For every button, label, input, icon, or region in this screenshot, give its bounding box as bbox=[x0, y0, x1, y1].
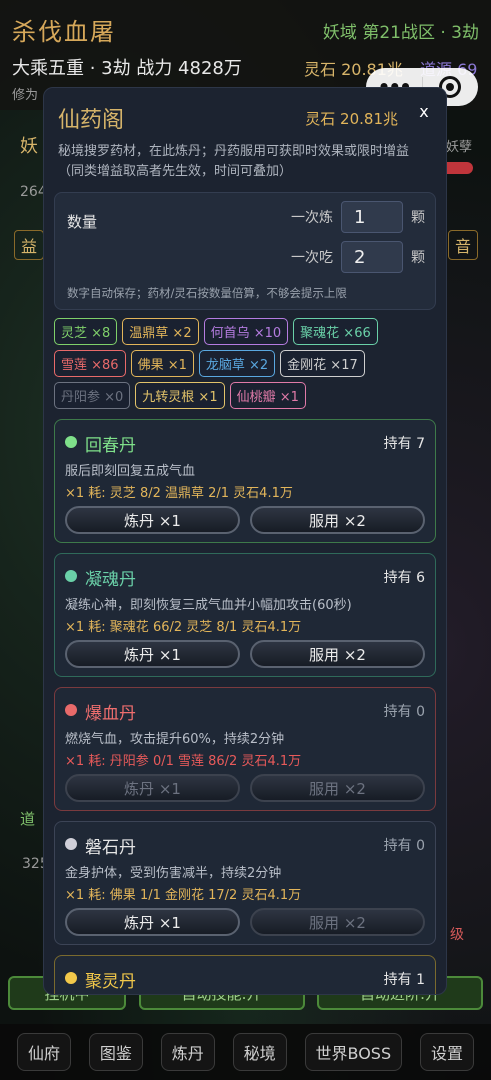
pill-description: 燃烧气血，攻击提升60%，持续2分钟 bbox=[65, 732, 285, 747]
herb-chip: 九转灵根 ×1 bbox=[135, 382, 225, 409]
nav-alchemy[interactable]: 炼丹 bbox=[160, 1033, 215, 1071]
bg-enemy-tag: 妖孽 bbox=[446, 140, 473, 155]
cultivation-label: 修为 bbox=[12, 88, 39, 103]
herb-chip: 丹阳参 ×0 bbox=[54, 382, 131, 409]
nav-settings[interactable]: 设置 bbox=[419, 1033, 474, 1071]
bg-level-label: 级 bbox=[450, 927, 464, 943]
pill-card: 磐石丹 持有 0 金身护体，受到伤害减半，持续2分钟 ×1 耗: 佛果 1/1 金刚花… bbox=[54, 821, 436, 945]
pill-name: 聚灵丹 bbox=[85, 972, 136, 992]
refine-quantity-row: 一次炼 颗 bbox=[291, 201, 425, 233]
pill-dot-icon bbox=[65, 972, 77, 984]
modal-description: 秘境搜罗药材，在此炼丹；丹药服用可获即时效果或限时增益（同类增益取高者先生效，时… bbox=[58, 144, 410, 179]
pill-description: 金身护体，受到伤害减半，持续2分钟 bbox=[65, 866, 282, 881]
refine-button[interactable]: 炼丹 ×1 bbox=[65, 908, 240, 936]
pill-hold-count: 持有 7 bbox=[383, 436, 425, 452]
bg-sound-chip: 音 bbox=[448, 230, 479, 260]
pill-hold-count: 持有 6 bbox=[383, 570, 425, 586]
pill-description: 凝练心神，即刻恢复三成气血并小幅加攻击(60秒) bbox=[65, 598, 352, 613]
refine-quantity-input[interactable] bbox=[341, 201, 403, 233]
pill-name: 爆血丹 bbox=[85, 704, 136, 724]
eat-quantity-input[interactable] bbox=[341, 241, 403, 273]
realm-label: 大乘五重 · 3劫 战力 4828万 bbox=[12, 58, 242, 79]
pill-dot-icon bbox=[65, 704, 77, 716]
quantity-panel: 数量 一次炼 颗 一次吃 颗 数字自动保存；药材/灵石按数量倍算，不够会提示上限 bbox=[54, 192, 436, 310]
pill-dot-icon bbox=[65, 570, 77, 582]
pill-cost: ×1 耗: 聚魂花 66/2 灵芝 8/1 灵石4.1万 bbox=[65, 620, 302, 635]
bottom-nav: 仙府 图鉴 炼丹 秘境 世界BOSS 设置 bbox=[0, 1024, 491, 1080]
herb-chip: 何首乌 ×10 bbox=[203, 318, 289, 345]
pill-card: 回春丹 持有 7 服后即刻回复五成气血 ×1 耗: 灵芝 8/2 温鼎草 2/1 灵石… bbox=[54, 419, 436, 543]
pill-name: 回春丹 bbox=[85, 436, 136, 456]
herb-chip: 佛果 ×1 bbox=[130, 350, 194, 377]
pill-name: 凝魂丹 bbox=[85, 570, 136, 590]
herb-chip: 金刚花 ×17 bbox=[280, 350, 365, 377]
pill-card: 聚灵丹持有 1引灵入窍，灵石收益提升50%，持续5分钟 bbox=[54, 955, 436, 994]
pill-cost: ×1 耗: 灵芝 8/2 温鼎草 2/1 灵石4.1万 bbox=[65, 486, 293, 501]
pill-card: 凝魂丹 持有 6 凝练心神，即刻恢复三成气血并小幅加攻击(60秒) ×1 耗: 聚魂花… bbox=[54, 553, 436, 677]
bg-dao-label: 道 bbox=[20, 810, 36, 828]
eat-unit: 颗 bbox=[411, 250, 425, 266]
alchemy-modal: 仙药阁 灵石 20.81兆 x 秘境搜罗药材，在此炼丹；丹药服用可获即时效果或限… bbox=[43, 87, 447, 995]
eat-quantity-row: 一次吃 颗 bbox=[291, 241, 425, 273]
refine-button[interactable]: 炼丹 ×1 bbox=[65, 506, 240, 534]
pill-description: 服后即刻回复五成气血 bbox=[65, 464, 196, 479]
region-label: 妖域 第21战区 · 3劫 bbox=[322, 23, 479, 43]
refine-quantity-label: 一次炼 bbox=[291, 210, 333, 226]
pill-cost: ×1 耗: 丹阳参 0/1 雪莲 86/2 灵石4.1万 bbox=[65, 754, 302, 769]
herb-inventory: 灵芝 ×8 温鼎草 ×2 何首乌 ×10 聚魂花 ×66 雪莲 ×86 佛果 ×1 龙脑草 … bbox=[54, 318, 436, 409]
herb-chip: 聚魂花 ×66 bbox=[293, 318, 378, 345]
refine-button[interactable]: 炼丹 ×1 bbox=[65, 774, 240, 802]
pill-list: 回春丹 持有 7 服后即刻回复五成气血 ×1 耗: 灵芝 8/2 温鼎草 2/1 灵石… bbox=[44, 419, 446, 994]
pill-hold-count: 持有 1 bbox=[383, 972, 425, 988]
pill-hold-count: 持有 0 bbox=[383, 704, 425, 720]
modal-header: 仙药阁 灵石 20.81兆 x 秘境搜罗药材，在此炼丹；丹药服用可获即时效果或限… bbox=[44, 88, 446, 182]
pill-hold-count: 持有 0 bbox=[383, 838, 425, 854]
pill-actions: 炼丹 ×1 服用 ×2 bbox=[65, 908, 425, 936]
nav-world-boss[interactable]: 世界BOSS bbox=[304, 1033, 403, 1071]
herb-chip: 温鼎草 ×2 bbox=[122, 318, 199, 345]
nav-secret-realm[interactable]: 秘境 bbox=[232, 1033, 287, 1071]
quantity-label: 数量 bbox=[67, 213, 98, 231]
pill-dot-icon bbox=[65, 436, 77, 448]
pill-card: 爆血丹 持有 0 燃烧气血，攻击提升60%，持续2分钟 ×1 耗: 丹阳参 0/1 雪… bbox=[54, 687, 436, 811]
bg-buff-chip: 益 bbox=[14, 230, 45, 260]
eat-button[interactable]: 服用 ×2 bbox=[250, 908, 425, 936]
herb-chip: 龙脑草 ×2 bbox=[198, 350, 276, 377]
eat-button[interactable]: 服用 ×2 bbox=[250, 640, 425, 668]
game-title: 杀伐血屠 bbox=[12, 18, 116, 46]
pill-dot-icon bbox=[65, 838, 77, 850]
close-icon[interactable]: x bbox=[414, 102, 434, 121]
herb-chip: 仙桃瓣 ×1 bbox=[229, 382, 306, 409]
quantity-note: 数字自动保存；药材/灵石按数量倍算，不够会提示上限 bbox=[67, 286, 347, 300]
herb-chip: 雪莲 ×86 bbox=[54, 350, 126, 377]
pill-actions: 炼丹 ×1 服用 ×2 bbox=[65, 640, 425, 668]
eat-button[interactable]: 服用 ×2 bbox=[250, 774, 425, 802]
eat-quantity-label: 一次吃 bbox=[291, 250, 333, 266]
bg-enemy-label: 妖 bbox=[20, 136, 38, 157]
eat-button[interactable]: 服用 ×2 bbox=[250, 506, 425, 534]
pill-cost: ×1 耗: 佛果 1/1 金刚花 17/2 灵石4.1万 bbox=[65, 888, 302, 903]
pill-actions: 炼丹 ×1 服用 ×2 bbox=[65, 774, 425, 802]
refine-unit: 颗 bbox=[411, 210, 425, 226]
herb-chip: 灵芝 ×8 bbox=[54, 318, 118, 345]
pill-name: 磐石丹 bbox=[85, 838, 136, 858]
nav-cave[interactable]: 仙府 bbox=[16, 1033, 71, 1071]
modal-spirit-stone: 灵石 20.81兆 bbox=[305, 110, 398, 128]
nav-codex[interactable]: 图鉴 bbox=[88, 1033, 143, 1071]
refine-button[interactable]: 炼丹 ×1 bbox=[65, 640, 240, 668]
pill-actions: 炼丹 ×1 服用 ×2 bbox=[65, 506, 425, 534]
